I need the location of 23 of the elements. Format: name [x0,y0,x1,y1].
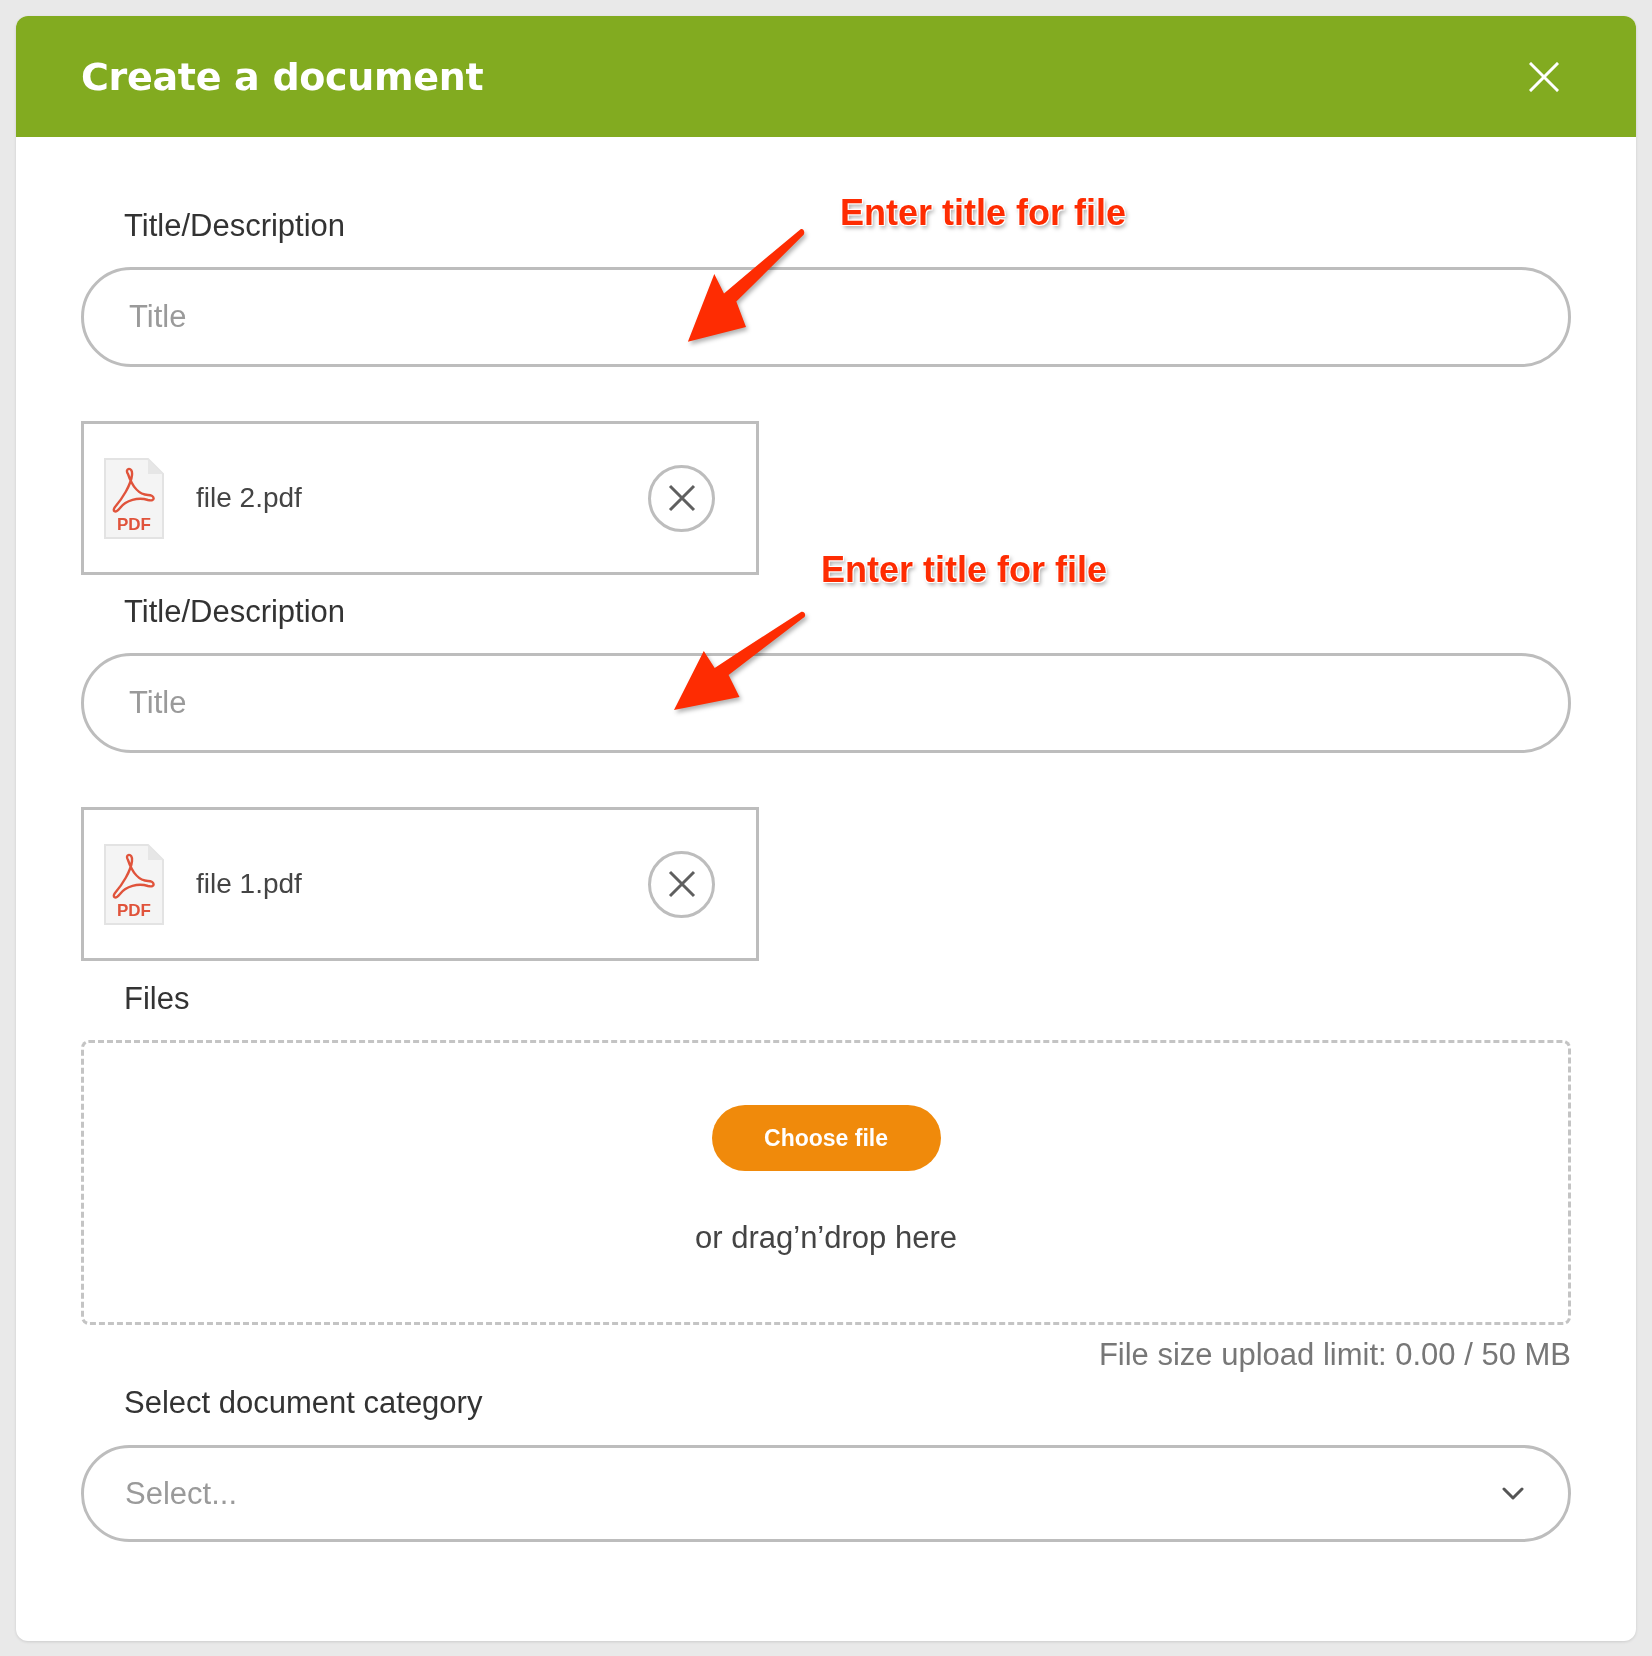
category-select[interactable]: Select... [81,1445,1571,1542]
title-input[interactable]: Title [81,653,1571,753]
title-input[interactable]: Title [81,267,1571,367]
field-label: Title/Description [124,593,346,631]
file-name: file 1.pdf [196,868,303,900]
chevron-down-icon [1502,1487,1524,1500]
close-icon [1529,61,1559,92]
annotation-label: Enter title for file [840,191,1127,235]
file-name: file 2.pdf [196,482,303,514]
field-label: Title/Description [124,207,346,245]
pdf-file-icon: PDF [104,457,164,539]
upload-limit-text: File size upload limit: 0.00 / 50 MB [1098,1336,1571,1374]
choose-file-button[interactable]: Choose file [711,1105,941,1171]
close-button[interactable] [1529,61,1559,92]
dialog-title: Create a document [81,54,484,99]
drop-hint: or drag’n’drop here [695,1219,957,1257]
close-icon [667,484,696,512]
file-drop-zone[interactable]: Choose file or drag’n’drop here [81,1040,1571,1325]
field-label: Select document category [124,1384,483,1422]
annotation-label: Enter title for file [821,548,1108,592]
pdf-file-icon: PDF [104,843,164,925]
field-label: Files [124,980,190,1018]
close-icon [667,870,696,898]
